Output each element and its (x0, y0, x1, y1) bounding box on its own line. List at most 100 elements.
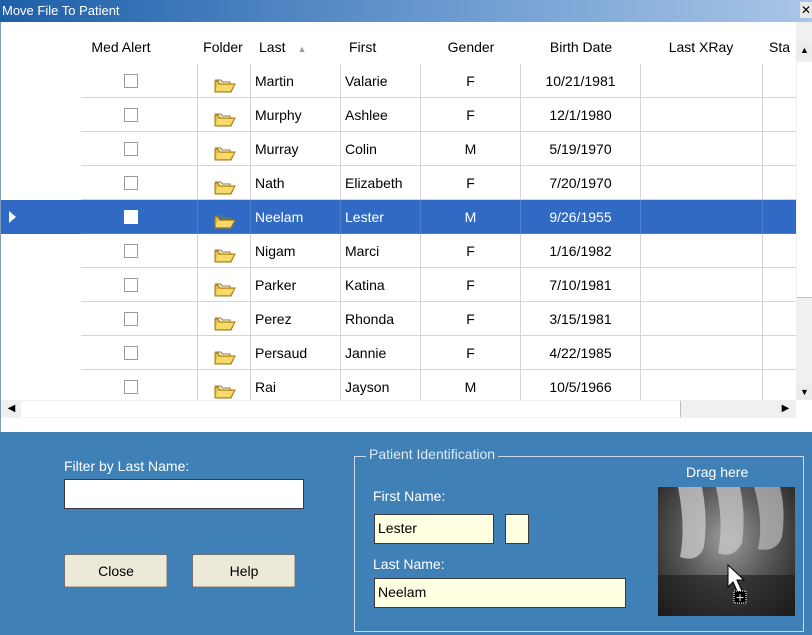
close-button[interactable]: Close (64, 554, 168, 588)
gender-cell: F (421, 268, 521, 302)
folder-icon[interactable] (214, 378, 236, 399)
first-name-cell: Jannie (341, 336, 421, 370)
table-row[interactable]: Nigam Marci F 1/16/1982 (1, 234, 796, 268)
med-alert-checkbox[interactable] (124, 142, 138, 156)
last-xray-cell (641, 370, 763, 404)
last-xray-cell (641, 64, 763, 98)
med-alert-checkbox[interactable] (124, 278, 138, 292)
last-name-cell: Neelam (251, 200, 341, 234)
first-name-cell: Valarie (341, 64, 421, 98)
folder-icon[interactable] (214, 140, 236, 161)
med-alert-checkbox[interactable] (124, 74, 138, 88)
med-alert-cell (81, 268, 197, 302)
folder-cell[interactable] (197, 200, 251, 234)
status-cell (763, 64, 796, 98)
scroll-left-icon[interactable]: ◀ (3, 400, 20, 418)
med-alert-checkbox[interactable] (124, 346, 138, 360)
horizontal-scroll-thumb[interactable] (21, 401, 681, 417)
med-alert-checkbox[interactable] (124, 108, 138, 122)
folder-icon[interactable] (214, 72, 236, 93)
table-row[interactable]: Neelam Lester M 9/26/1955 (1, 200, 796, 234)
horizontal-scrollbar[interactable]: ◀ ▶ (1, 400, 812, 432)
med-alert-checkbox[interactable] (124, 312, 138, 326)
sort-ascending-icon: ▲ (297, 44, 307, 54)
last-name-field[interactable]: Neelam (374, 578, 626, 608)
folder-cell[interactable] (197, 166, 251, 200)
folder-icon[interactable] (214, 276, 236, 297)
birth-date-cell: 5/19/1970 (521, 132, 641, 166)
column-header-folder[interactable]: Folder (197, 30, 249, 64)
column-header-last-xray[interactable]: Last XRay (641, 30, 761, 64)
med-alert-checkbox[interactable] (124, 176, 138, 190)
vertical-scroll-thumb[interactable] (797, 62, 812, 298)
med-alert-cell (81, 302, 197, 336)
birth-date-cell: 4/22/1985 (521, 336, 641, 370)
xray-image: + (658, 487, 795, 616)
folder-icon[interactable] (214, 174, 236, 195)
status-cell (763, 268, 796, 302)
column-header-med-alert[interactable]: Med Alert (81, 30, 161, 64)
patient-grid[interactable]: Med Alert Folder Last ▲ First Gender Birt… (0, 22, 812, 432)
column-header-last[interactable]: Last ▲ (251, 30, 341, 64)
med-alert-checkbox[interactable] (124, 380, 138, 394)
table-row[interactable]: Martin Valarie F 10/21/1981 (1, 64, 796, 98)
gender-cell: F (421, 302, 521, 336)
folder-icon[interactable] (214, 106, 236, 127)
folder-icon[interactable] (214, 344, 236, 365)
first-name-field[interactable]: Lester (374, 514, 494, 544)
birth-date-cell: 12/1/1980 (521, 98, 641, 132)
folder-cell[interactable] (197, 64, 251, 98)
first-name-cell: Elizabeth (341, 166, 421, 200)
scroll-right-icon[interactable]: ▶ (777, 400, 794, 418)
column-header-last-label: Last (259, 39, 286, 55)
folder-cell[interactable] (197, 132, 251, 166)
filter-last-name-input[interactable] (64, 479, 304, 509)
last-name-cell: Perez (251, 302, 341, 336)
folder-cell[interactable] (197, 268, 251, 302)
table-row[interactable]: Rai Jayson M 10/5/1966 (1, 370, 796, 404)
first-name-cell: Marci (341, 234, 421, 268)
folder-icon[interactable] (214, 242, 236, 263)
close-window-icon[interactable]: ✕ (800, 2, 812, 18)
med-alert-cell (81, 234, 197, 268)
scroll-down-icon[interactable]: ▼ (796, 384, 812, 401)
first-name-cell: Rhonda (341, 302, 421, 336)
table-row[interactable]: Persaud Jannie F 4/22/1985 (1, 336, 796, 370)
first-name-cell: Colin (341, 132, 421, 166)
last-xray-cell (641, 234, 763, 268)
first-name-cell: Jayson (341, 370, 421, 404)
folder-icon[interactable] (214, 310, 236, 331)
xray-drop-target[interactable]: + (658, 487, 795, 616)
folder-cell[interactable] (197, 234, 251, 268)
table-row[interactable]: Parker Katina F 7/10/1981 (1, 268, 796, 302)
folder-cell[interactable] (197, 98, 251, 132)
table-row[interactable]: Nath Elizabeth F 7/20/1970 (1, 166, 796, 200)
status-cell (763, 166, 796, 200)
scroll-up-icon[interactable]: ▲ (796, 42, 812, 59)
last-name-cell: Persaud (251, 336, 341, 370)
window-title: Move File To Patient (2, 3, 120, 18)
help-button[interactable]: Help (192, 554, 296, 588)
table-row[interactable]: Murphy Ashlee F 12/1/1980 (1, 98, 796, 132)
med-alert-cell (81, 64, 197, 98)
column-header-gender[interactable]: Gender (421, 30, 521, 64)
birth-date-cell: 7/20/1970 (521, 166, 641, 200)
med-alert-checkbox[interactable] (124, 210, 138, 224)
table-row[interactable]: Murray Colin M 5/19/1970 (1, 132, 796, 166)
status-cell (763, 200, 796, 234)
birth-date-cell: 3/15/1981 (521, 302, 641, 336)
folder-cell[interactable] (197, 302, 251, 336)
table-row[interactable]: Perez Rhonda F 3/15/1981 (1, 302, 796, 336)
med-alert-checkbox[interactable] (124, 244, 138, 258)
column-header-first[interactable]: First (343, 30, 383, 64)
med-alert-cell (81, 370, 197, 404)
column-header-status[interactable]: Sta (763, 30, 796, 64)
middle-initial-field[interactable] (505, 514, 529, 544)
folder-icon[interactable] (214, 208, 236, 229)
status-cell (763, 302, 796, 336)
vertical-scrollbar[interactable]: ▲ ▼ (796, 22, 812, 401)
folder-cell[interactable] (197, 336, 251, 370)
gender-cell: M (421, 200, 521, 234)
folder-cell[interactable] (197, 370, 251, 404)
column-header-birth-date[interactable]: Birth Date (521, 30, 641, 64)
